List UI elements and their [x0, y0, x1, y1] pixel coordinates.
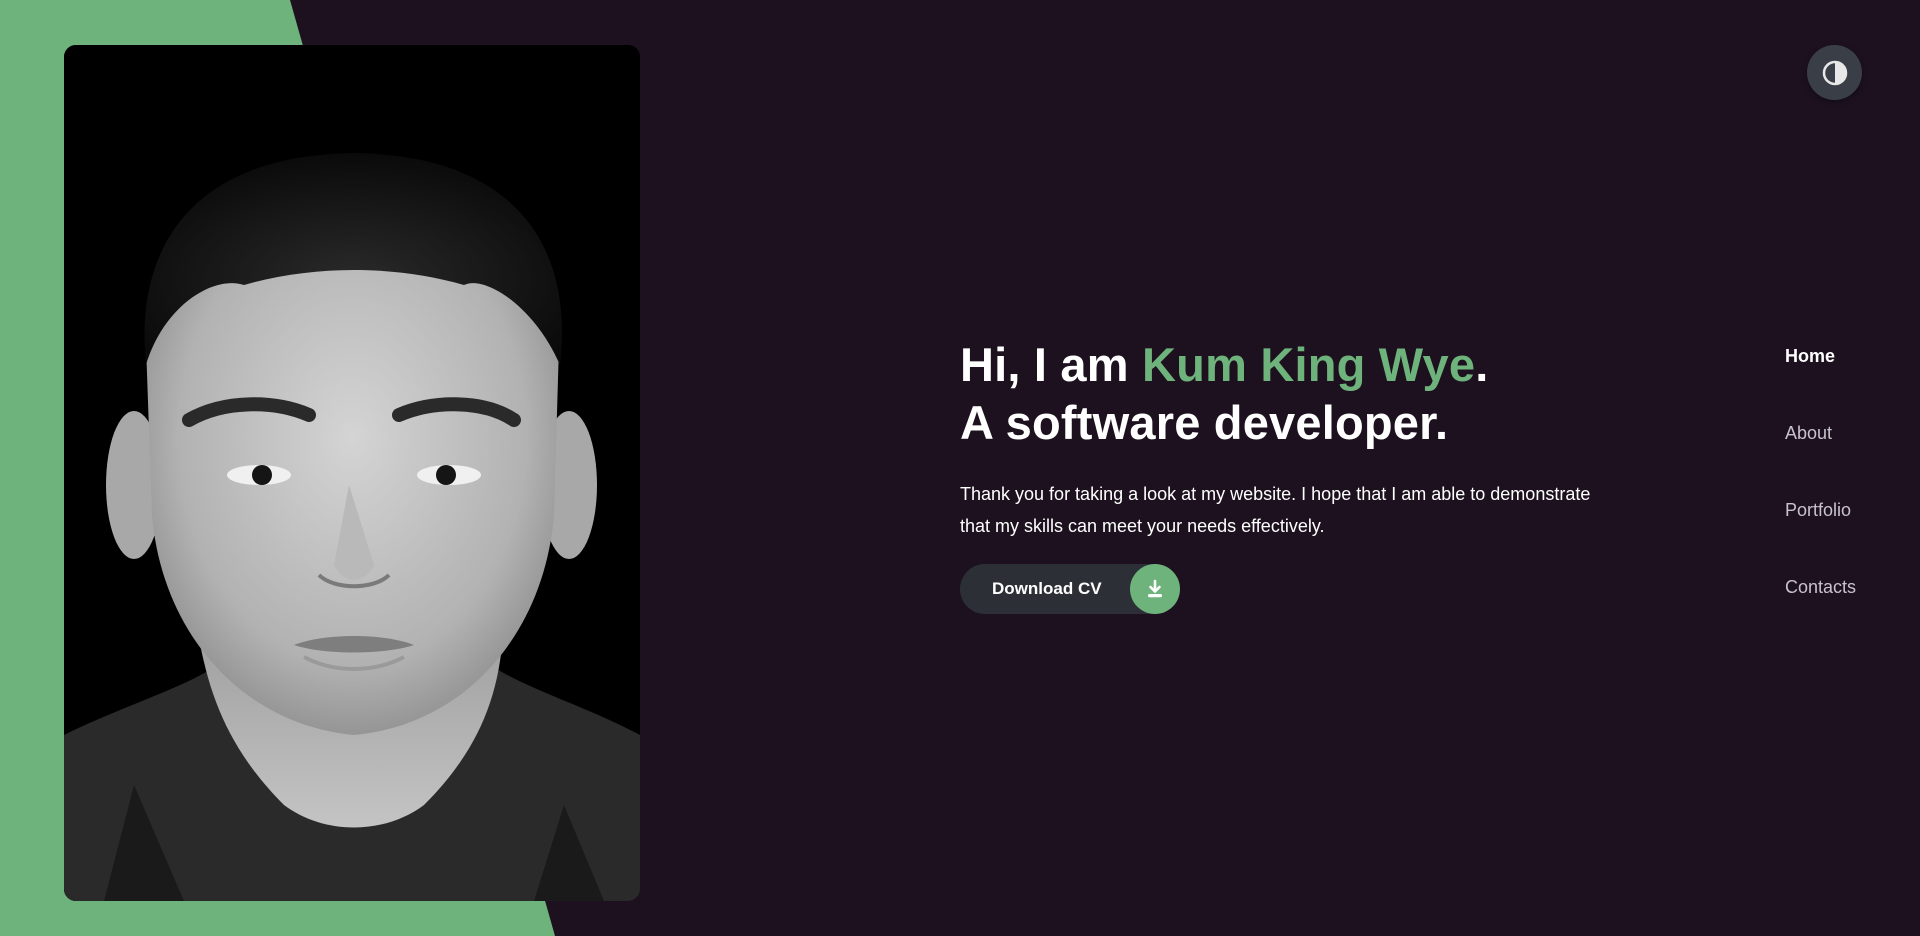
contrast-icon — [1822, 60, 1847, 85]
download-icon-circle[interactable] — [1130, 564, 1180, 614]
intro-text: Thank you for taking a look at my websit… — [960, 484, 1591, 536]
page: Hi, I am Kum King Wye. A software develo… — [0, 0, 1920, 936]
download-icon — [1148, 579, 1162, 598]
nav-item-portfolio[interactable]: Portfolio — [1785, 500, 1856, 577]
greeting-prefix: Hi, I am — [960, 338, 1143, 391]
hero-headline: Hi, I am Kum King Wye. A software develo… — [960, 336, 1640, 452]
portrait-photo — [64, 45, 640, 901]
nav-item-home[interactable]: Home — [1785, 346, 1856, 423]
profile-photo — [64, 45, 640, 901]
nav-item-contacts[interactable]: Contacts — [1785, 577, 1856, 654]
download-cv-button[interactable]: Download CV — [960, 564, 1180, 614]
nav-item-about[interactable]: About — [1785, 423, 1856, 500]
theme-toggle-button[interactable] — [1807, 45, 1862, 100]
role-line: A software developer. — [960, 396, 1449, 449]
side-navigation: Home About Portfolio Contacts — [1785, 346, 1856, 654]
developer-name: Kum King Wye — [1142, 338, 1476, 391]
download-cv-label: Download CV — [992, 579, 1102, 598]
hero-section: Hi, I am Kum King Wye. A software develo… — [960, 336, 1640, 614]
greeting-period: . — [1475, 338, 1489, 391]
